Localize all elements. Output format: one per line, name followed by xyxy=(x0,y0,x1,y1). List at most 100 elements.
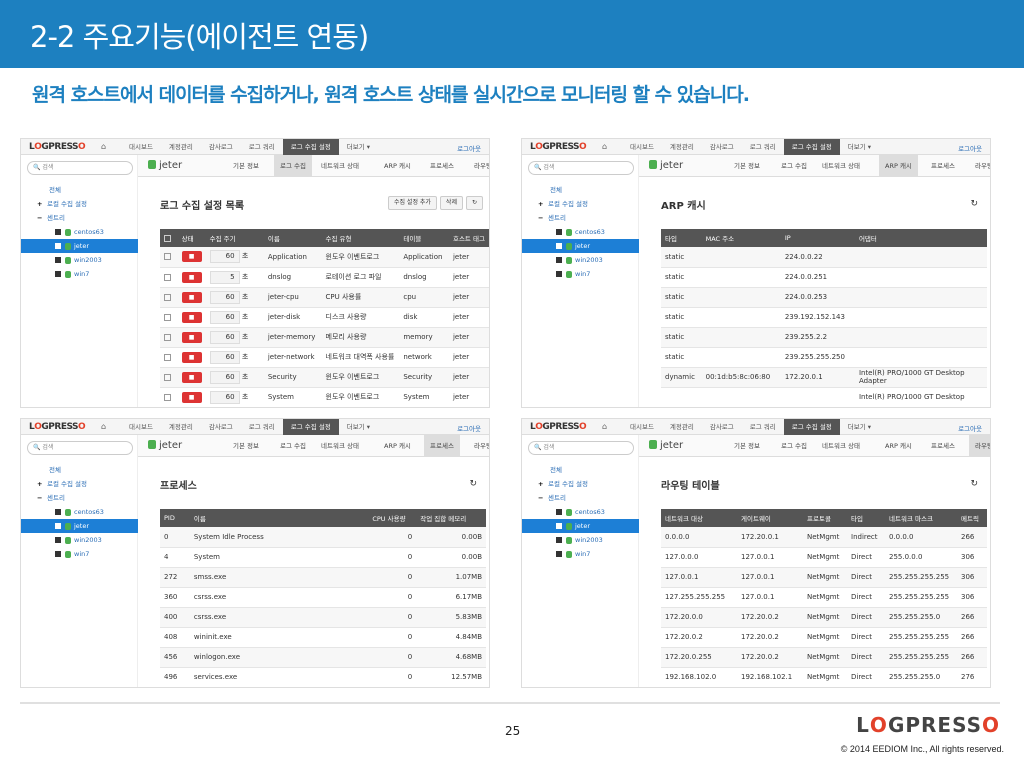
table-row[interactable]: 0.0.0.0 172.20.0.1 NetMgmt Indirect 0.0.0.0 2… xyxy=(661,527,987,548)
tree-host[interactable]: win7 xyxy=(522,267,639,281)
table-row[interactable]: 4 System 0 0.00B xyxy=(160,547,486,568)
tree-host[interactable]: win7 xyxy=(522,547,639,561)
tree-root[interactable]: 전체 xyxy=(21,463,138,477)
stop-button[interactable]: ■ xyxy=(181,391,202,403)
nav-item[interactable]: 대시보드 xyxy=(622,139,662,155)
search-input[interactable]: 🔍 검색 xyxy=(528,161,634,175)
nav-item[interactable]: 계정관리 xyxy=(161,139,201,155)
table-row[interactable]: 456 winlogon.exe 0 4.68MB xyxy=(160,647,486,668)
tab[interactable]: 프로세스 xyxy=(424,435,460,457)
tree-host[interactable]: centos63 xyxy=(522,505,639,519)
home-icon[interactable]: ⌂ xyxy=(101,422,106,431)
refresh-button[interactable]: ↻ xyxy=(465,196,483,210)
nav-item[interactable]: 대시보드 xyxy=(121,419,161,435)
row-checkbox[interactable] xyxy=(160,347,178,368)
stop-button[interactable]: ■ xyxy=(181,371,202,383)
tree-root[interactable]: 전체 xyxy=(522,463,639,477)
nav-item[interactable]: 계정관리 xyxy=(662,419,702,435)
tab[interactable]: ARP 캐시 xyxy=(384,435,411,457)
tree-host[interactable]: jeter xyxy=(21,239,138,253)
logout-link[interactable]: 로그아웃 xyxy=(958,143,982,153)
column-header[interactable]: PID xyxy=(160,509,190,527)
nav-item[interactable]: 로그 쿼리 xyxy=(742,139,784,155)
tree-host[interactable]: win2003 xyxy=(522,533,639,547)
stop-button[interactable]: ■ xyxy=(181,251,202,263)
table-row[interactable]: 172.20.0.255 172.20.0.2 NetMgmt Direct 255.2… xyxy=(661,647,987,668)
home-icon[interactable]: ⌂ xyxy=(101,142,106,151)
nav-item[interactable]: 계정관리 xyxy=(161,419,201,435)
column-header[interactable]: 테이블 xyxy=(399,229,449,247)
table-row[interactable]: static 224.0.0.253 xyxy=(661,287,987,308)
nav-item[interactable]: 대시보드 xyxy=(622,419,662,435)
table-row[interactable]: 360 csrss.exe 0 6.17MB xyxy=(160,587,486,608)
tab[interactable]: 네트워크 상태 xyxy=(822,155,860,177)
table-row[interactable]: ■ 5 초 dnslog 로테이션 로그 파일 dnslog jeter xyxy=(160,267,489,288)
tree-host[interactable]: centos63 xyxy=(21,225,138,239)
column-header[interactable]: 이름 xyxy=(263,229,322,247)
nav-item[interactable]: 로그 수집 설정 xyxy=(783,419,840,435)
table-row[interactable]: Intel(R) PRO/1000 GT Desktop xyxy=(661,387,987,407)
table-row[interactable]: 192.168.102.0 192.168.102.1 NetMgmt Direct 2… xyxy=(661,667,987,687)
stop-button[interactable]: ■ xyxy=(181,331,202,343)
table-row[interactable]: 127.0.0.0 127.0.0.1 NetMgmt Direct 255.0.0.0… xyxy=(661,547,987,568)
table-row[interactable]: ■ 60 초 jeter-disk 디스크 사용량 disk jeter xyxy=(160,307,489,328)
nav-item[interactable]: 더보기 ▾ xyxy=(840,419,879,435)
nav-item[interactable]: 더보기 ▾ xyxy=(339,139,378,155)
nav-item[interactable]: 로그 수집 설정 xyxy=(783,139,840,155)
tree-root[interactable]: 전체 xyxy=(522,183,639,197)
row-checkbox[interactable] xyxy=(160,307,178,328)
tree-host[interactable]: win2003 xyxy=(21,533,138,547)
tree-sensor-group[interactable]: − 센트리 xyxy=(21,211,138,225)
nav-item[interactable]: 로그 수집 설정 xyxy=(282,419,339,435)
nav-item[interactable]: 대시보드 xyxy=(121,139,161,155)
tab[interactable]: 로그 수집 xyxy=(781,435,807,457)
row-checkbox[interactable] xyxy=(160,367,178,388)
tab[interactable]: 네트워크 상태 xyxy=(822,435,860,457)
tab[interactable]: 프로세스 xyxy=(430,155,454,177)
table-row[interactable]: 172.20.0.0 172.20.0.2 NetMgmt Direct 255.255… xyxy=(661,607,987,628)
nav-item[interactable]: 로그 수집 설정 xyxy=(282,139,339,155)
table-row[interactable]: 127.255.255.255 127.0.0.1 NetMgmt Direct 255… xyxy=(661,587,987,608)
tree-host[interactable]: centos63 xyxy=(21,505,138,519)
tab[interactable]: 로그 수집 xyxy=(781,155,807,177)
tree-sensor-group[interactable]: − 센트리 xyxy=(522,491,639,505)
table-row[interactable]: 408 wininit.exe 0 4.84MB xyxy=(160,627,486,648)
refresh-icon[interactable]: ↻ xyxy=(469,479,477,489)
table-row[interactable]: ■ 60 초 System 윈도우 이벤트로그 System jeter xyxy=(160,387,489,407)
nav-item[interactable]: 더보기 ▾ xyxy=(840,139,879,155)
tree-host[interactable]: centos63 xyxy=(522,225,639,239)
column-header[interactable]: 네트워크 대상 xyxy=(661,509,737,527)
column-header[interactable]: 메트릭 xyxy=(957,509,987,527)
column-header[interactable]: 네트워크 마스크 xyxy=(885,509,957,527)
tab[interactable]: 기본 정보 xyxy=(233,155,259,177)
search-input[interactable]: 🔍 검색 xyxy=(27,441,133,455)
home-icon[interactable]: ⌂ xyxy=(602,422,607,431)
table-row[interactable]: 496 services.exe 0 12.57MB xyxy=(160,667,486,687)
tab[interactable]: 로그 수집 xyxy=(280,435,306,457)
tree-host[interactable]: jeter xyxy=(522,519,639,533)
tab[interactable]: 기본 정보 xyxy=(734,435,760,457)
row-checkbox[interactable] xyxy=(160,267,178,288)
table-row[interactable]: ■ 60 초 jeter-memory 메모리 사용량 memory jeter xyxy=(160,327,489,348)
row-checkbox[interactable] xyxy=(160,247,178,268)
row-checkbox[interactable] xyxy=(160,327,178,348)
row-checkbox[interactable] xyxy=(160,287,178,308)
tree-host[interactable]: win2003 xyxy=(21,253,138,267)
tab[interactable]: ARP 캐시 xyxy=(885,435,912,457)
table-row[interactable]: ■ 60 초 Application 윈도우 이벤트로그 Application jete… xyxy=(160,247,489,268)
search-input[interactable]: 🔍 검색 xyxy=(528,441,634,455)
column-header[interactable]: CPU 사용량 xyxy=(368,509,417,527)
stop-button[interactable]: ■ xyxy=(181,291,202,303)
tree-agent-group[interactable]: + 로컬 수집 설정 xyxy=(522,477,639,491)
tab[interactable]: 로그 수집 xyxy=(274,155,312,177)
tree-host[interactable]: win2003 xyxy=(522,253,639,267)
column-header[interactable]: 상태 xyxy=(177,229,206,247)
home-icon[interactable]: ⌂ xyxy=(602,142,607,151)
table-row[interactable]: 172.20.0.2 172.20.0.2 NetMgmt Direct 255.255… xyxy=(661,627,987,648)
nav-item[interactable]: 감사로그 xyxy=(201,139,241,155)
tab[interactable]: 라우팅 테이블 xyxy=(474,435,489,457)
tree-sensor-group[interactable]: − 센트리 xyxy=(21,491,138,505)
tab[interactable]: 기본 정보 xyxy=(233,435,259,457)
stop-button[interactable]: ■ xyxy=(181,311,202,323)
tab[interactable]: 라우팅 테이블 xyxy=(969,435,990,457)
